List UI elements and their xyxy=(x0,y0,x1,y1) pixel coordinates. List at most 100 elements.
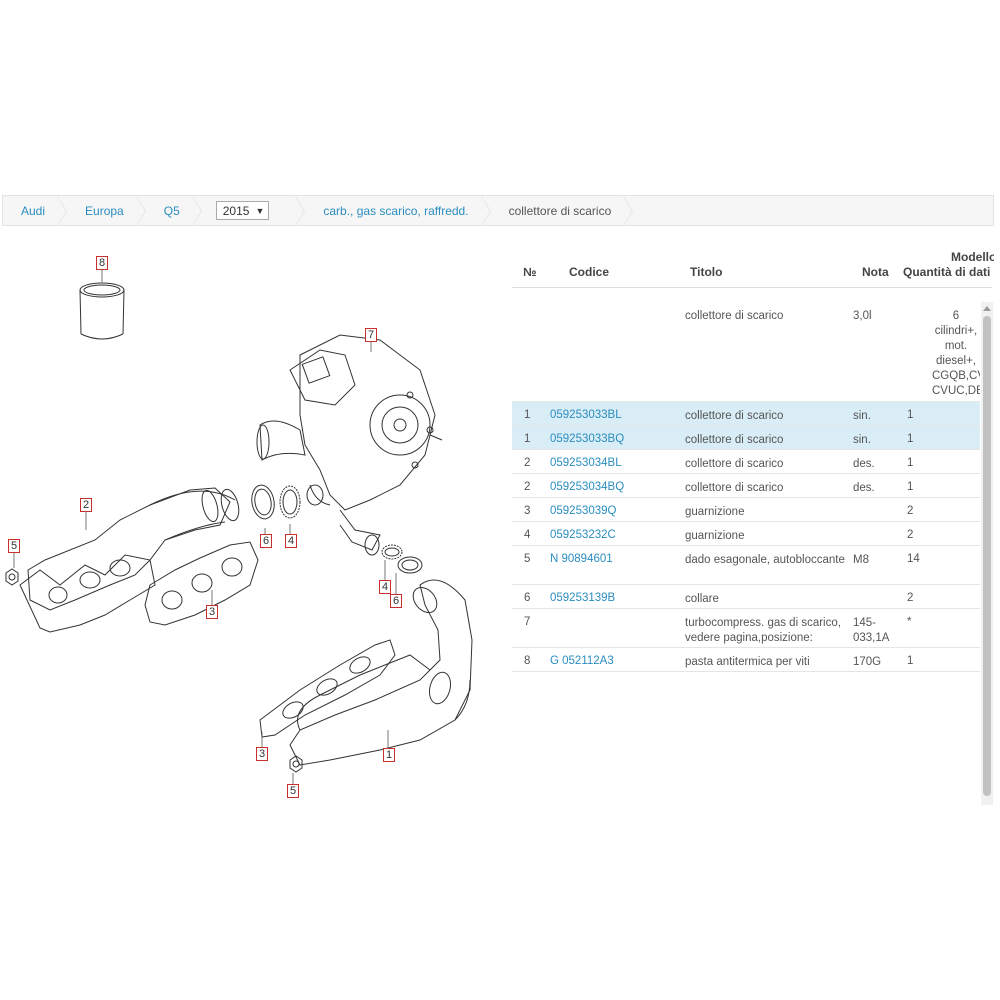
row-title: pasta antitermica per viti xyxy=(685,656,810,668)
table-row[interactable]: 8 G 052112A3 pasta antitermica per viti 170… xyxy=(512,648,980,672)
part-code-link[interactable]: 059253034BL xyxy=(550,457,622,469)
row-num: 3 xyxy=(524,505,531,517)
breadcrumb-year-item: 2015 ▼ xyxy=(202,195,306,227)
part-code-link[interactable]: 059253034BQ xyxy=(550,481,624,493)
callout-5-lower[interactable]: 5 xyxy=(287,784,300,798)
table-row[interactable]: 7 turbocompress. gas di scarico, vedere p… xyxy=(512,609,980,648)
table-row[interactable]: collettore di scarico 3,0l 6 cilindri+, mo… xyxy=(512,302,980,402)
callout-8[interactable]: 8 xyxy=(96,256,109,270)
year-select-value: 2015 xyxy=(222,203,250,218)
row-qty: 1 xyxy=(907,433,914,445)
row-qty: 2 xyxy=(907,529,914,541)
row-title: collettore di scarico xyxy=(685,482,784,494)
row-qty: 1 xyxy=(907,457,914,469)
row-qty: 2 xyxy=(907,592,914,604)
table-row[interactable]: 2 059253034BL collettore di scarico des. 1 xyxy=(512,450,980,474)
row-model: 6 cilindri+, mot. diesel+, CGQB,CV CVUC,… xyxy=(932,310,980,397)
callout-4-upper[interactable]: 4 xyxy=(285,534,298,548)
scroll-thumb[interactable] xyxy=(983,316,991,796)
header-qty-data: Quantità di dati xyxy=(903,265,991,279)
part-5-nut-left xyxy=(5,568,19,586)
table-row[interactable]: 1 059253033BQ collettore di scarico sin. 1 xyxy=(512,426,980,450)
row-num: 1 xyxy=(524,409,531,421)
row-title: collare xyxy=(685,593,719,605)
row-num: 5 xyxy=(524,553,531,565)
callout-6-lower[interactable]: 6 xyxy=(390,594,403,608)
row-title: collettore di scarico xyxy=(685,434,784,446)
part-4-gasket-lower xyxy=(381,544,403,560)
part-6-clamp-lower xyxy=(397,556,423,574)
row-title: guarnizione xyxy=(685,530,745,542)
header-title: Titolo xyxy=(690,265,723,279)
row-title: collettore di scarico xyxy=(685,410,784,422)
callout-1[interactable]: 1 xyxy=(383,748,396,762)
row-nota: sin. xyxy=(853,434,871,446)
part-8-sleeve xyxy=(79,282,125,340)
row-num: 7 xyxy=(524,616,531,628)
header-code: Codice xyxy=(569,265,610,279)
callout-2[interactable]: 2 xyxy=(80,498,93,512)
row-title: collettore di scarico xyxy=(685,310,784,322)
part-3-gasket-left xyxy=(144,541,259,626)
header-model: Modello xyxy=(951,250,994,264)
parts-diagram: 8 7 2 6 4 5 3 4 6 3 1 5 xyxy=(0,240,500,810)
row-title: guarnizione xyxy=(685,506,745,518)
parts-table: № Codice Titolo Nota Modello Quantità di… xyxy=(512,245,994,805)
row-title: turbocompress. gas di scarico, vedere pa… xyxy=(685,617,841,644)
row-nota: M8 xyxy=(853,554,869,566)
part-code-link[interactable]: 059253033BQ xyxy=(550,433,624,445)
row-num: 8 xyxy=(524,655,531,667)
row-nota: des. xyxy=(853,458,875,470)
scroll-up-icon[interactable] xyxy=(983,306,991,311)
row-qty: 1 xyxy=(907,481,914,493)
header-nota: Nota xyxy=(862,265,889,279)
table-scrollbar[interactable] xyxy=(981,302,993,805)
row-num: 2 xyxy=(524,457,531,469)
part-1-manifold-right xyxy=(289,579,473,766)
part-code-link[interactable]: 059253033BL xyxy=(550,409,622,421)
exploded-view-drawing xyxy=(5,268,473,784)
breadcrumb-audi[interactable]: Audi xyxy=(3,195,68,227)
table-header: № Codice Titolo Nota Modello Quantità di… xyxy=(512,245,994,290)
breadcrumb-category[interactable]: carb., gas scarico, raffredd. xyxy=(305,195,491,227)
row-qty: * xyxy=(907,616,912,628)
row-title: dado esagonale, autobloccante xyxy=(685,554,845,566)
callout-5-left[interactable]: 5 xyxy=(8,539,21,553)
part-code-link[interactable]: G 052112A3 xyxy=(550,655,614,667)
row-qty: 14 xyxy=(907,553,920,565)
part-5-nut-lower xyxy=(289,755,303,773)
row-qty: 1 xyxy=(907,409,914,421)
part-code-link[interactable]: 059253139B xyxy=(550,592,615,604)
table-row[interactable]: 3 059253039Q guarnizione 2 xyxy=(512,498,980,522)
part-code-link[interactable]: 059253232C xyxy=(550,529,616,541)
part-6-clamp-upper xyxy=(251,484,275,520)
row-qty: 2 xyxy=(907,505,914,517)
callout-7[interactable]: 7 xyxy=(365,328,378,342)
part-4-gasket-upper xyxy=(279,485,301,519)
row-nota: des. xyxy=(853,482,875,494)
callout-3-right[interactable]: 3 xyxy=(256,747,269,761)
part-code-link[interactable]: N 90894601 xyxy=(550,553,613,565)
table-row[interactable]: 4 059253232C guarnizione 2 xyxy=(512,522,980,546)
part-code-link[interactable]: 059253039Q xyxy=(550,505,617,517)
table-row[interactable]: 6 059253139B collare 2 xyxy=(512,585,980,609)
header-num: № xyxy=(523,265,537,279)
breadcrumb: Audi Europa Q5 2015 ▼ carb., gas scarico… xyxy=(2,195,994,227)
breadcrumb-europa[interactable]: Europa xyxy=(67,195,146,227)
table-body: collettore di scarico 3,0l 6 cilindri+, mo… xyxy=(512,302,980,672)
row-num: 4 xyxy=(524,529,531,541)
row-nota: 170G xyxy=(853,656,882,668)
year-select[interactable]: 2015 ▼ xyxy=(215,201,270,220)
table-row[interactable]: 5 N 90894601 dado esagonale, autobloccante… xyxy=(512,546,980,585)
part-3-gasket-right xyxy=(259,639,396,738)
callout-3-left[interactable]: 3 xyxy=(206,605,219,619)
row-qty: 1 xyxy=(907,655,914,667)
callout-4-lower[interactable]: 4 xyxy=(379,580,392,594)
row-num: 1 xyxy=(524,433,531,445)
breadcrumb-current: collettore di scarico xyxy=(491,195,634,227)
table-row[interactable]: 2 059253034BQ collettore di scarico des. 1 xyxy=(512,474,980,498)
table-row[interactable]: 1 059253033BL collettore di scarico sin. 1 xyxy=(512,402,980,426)
breadcrumb-q5[interactable]: Q5 xyxy=(146,195,202,227)
callout-6-upper[interactable]: 6 xyxy=(260,534,273,548)
row-num: 6 xyxy=(524,592,531,604)
